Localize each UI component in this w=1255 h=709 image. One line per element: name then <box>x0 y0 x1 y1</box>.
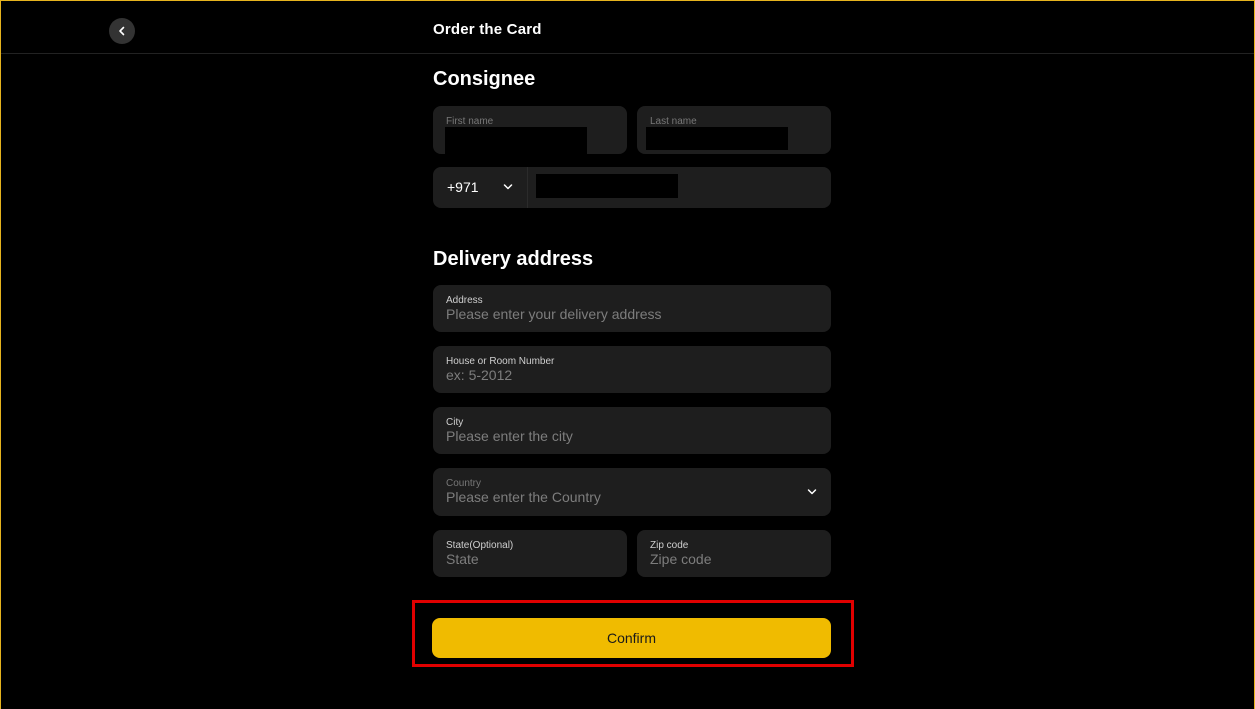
address-field[interactable]: Address <box>433 285 831 332</box>
state-input[interactable] <box>446 551 600 567</box>
page-title: Order the Card <box>433 21 542 38</box>
top-bar: Order the Card <box>1 1 1254 54</box>
phone-divider <box>527 167 528 208</box>
last-name-label: Last name <box>650 116 697 127</box>
state-field[interactable]: State(Optional) <box>433 530 627 577</box>
city-input[interactable] <box>446 428 804 444</box>
confirm-button[interactable]: Confirm <box>432 618 831 658</box>
house-number-field[interactable]: House or Room Number <box>433 346 831 393</box>
redacted-first-name <box>445 127 587 154</box>
delivery-heading: Delivery address <box>433 248 594 270</box>
house-number-input[interactable] <box>446 367 804 383</box>
address-input[interactable] <box>446 306 804 322</box>
country-code-value: +971 <box>447 179 479 195</box>
first-name-field[interactable]: First name <box>433 106 627 154</box>
country-input[interactable] <box>446 489 804 505</box>
last-name-field[interactable]: Last name <box>637 106 831 154</box>
country-label: Country <box>446 478 482 489</box>
consignee-heading: Consignee <box>433 68 536 90</box>
city-field[interactable]: City <box>433 407 831 454</box>
chevron-down-icon[interactable] <box>807 488 817 496</box>
back-button[interactable] <box>109 18 135 44</box>
state-label: State(Optional) <box>446 540 514 551</box>
country-code-select[interactable]: +971 <box>433 167 527 208</box>
city-label: City <box>446 417 464 428</box>
first-name-label: First name <box>446 116 494 127</box>
redacted-last-name <box>646 127 788 150</box>
address-label: Address <box>446 295 483 306</box>
zip-code-field[interactable]: Zip code <box>637 530 831 577</box>
chevron-left-icon <box>119 26 125 36</box>
zip-code-input[interactable] <box>650 551 804 567</box>
house-number-label: House or Room Number <box>446 356 555 367</box>
redacted-phone-number[interactable] <box>536 174 678 198</box>
chevron-down-icon <box>503 184 513 190</box>
phone-field: +971 <box>433 167 831 208</box>
country-select[interactable]: Country <box>433 468 831 516</box>
zip-code-label: Zip code <box>650 540 689 551</box>
